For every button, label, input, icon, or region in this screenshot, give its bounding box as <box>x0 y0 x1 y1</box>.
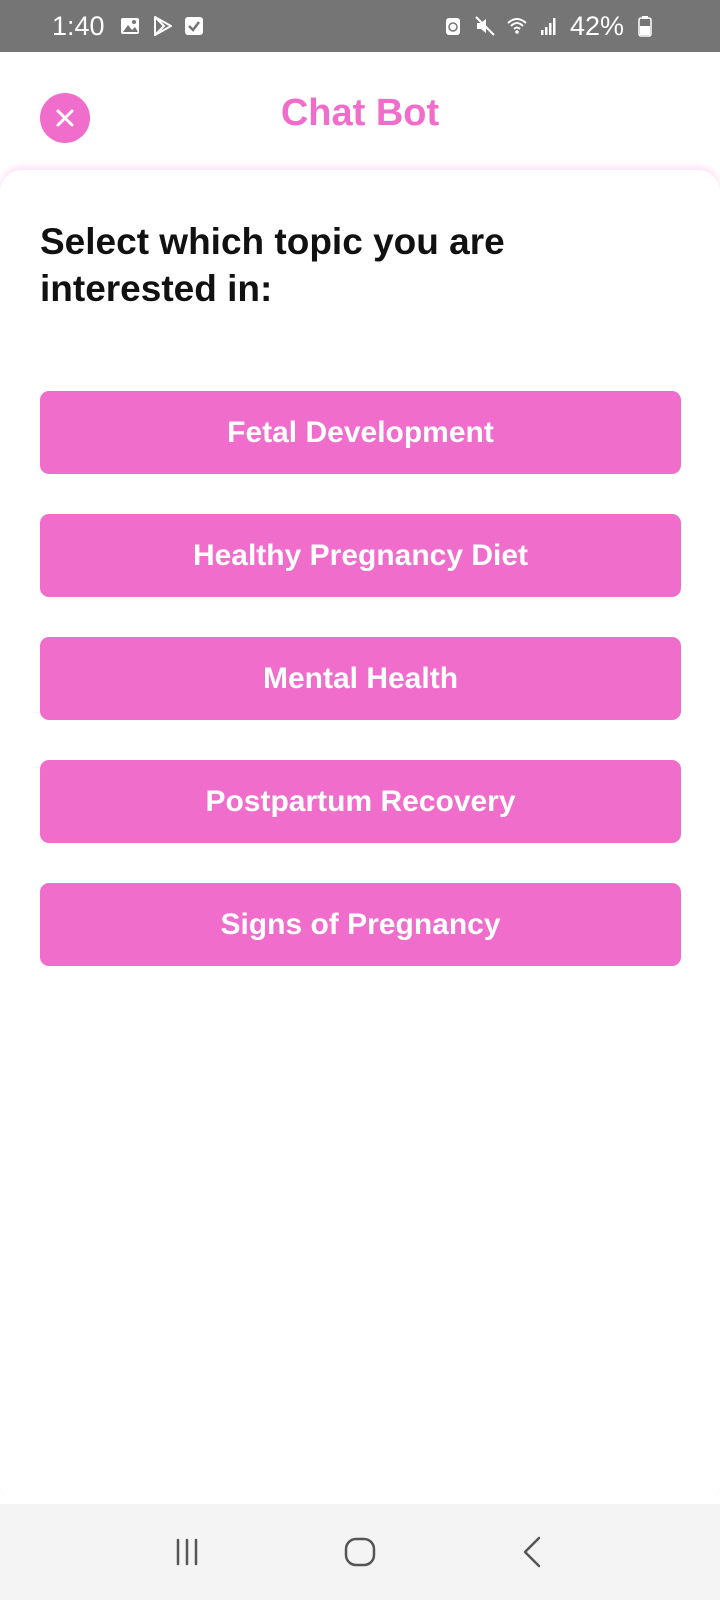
status-time: 1:40 <box>52 10 105 41</box>
topic-button-healthy-pregnancy-diet[interactable]: Healthy Pregnancy Diet <box>40 514 681 597</box>
battery-icon <box>634 15 656 37</box>
topic-button-postpartum-recovery[interactable]: Postpartum Recovery <box>40 760 681 843</box>
topic-prompt: Select which topic you are interested in… <box>40 221 505 309</box>
mute-icon <box>474 15 496 37</box>
content-card: Select which topic you are interested in… <box>0 170 720 1504</box>
home-button[interactable] <box>330 1522 390 1582</box>
checkbox-icon <box>183 15 205 37</box>
recent-apps-button[interactable] <box>157 1522 217 1582</box>
page-title: Chat Bot <box>280 92 440 134</box>
topic-button-fetal-development[interactable]: Fetal Development <box>40 391 681 474</box>
header: Chat Bot <box>0 52 720 170</box>
signal-icon <box>538 15 560 37</box>
topic-list: Fetal Development Healthy Pregnancy Diet… <box>40 391 681 1006</box>
play-store-icon <box>151 15 173 37</box>
back-icon <box>524 1536 541 1568</box>
back-button[interactable] <box>503 1522 563 1582</box>
battery-percentage: 42% <box>569 10 624 41</box>
home-icon <box>344 1537 376 1567</box>
status-bar: 1:40 42% <box>0 0 720 52</box>
wifi-icon <box>506 15 528 37</box>
status-right: 42% <box>442 11 656 42</box>
gallery-icon <box>119 15 141 37</box>
recycle-icon <box>442 15 464 37</box>
topic-button-signs-of-pregnancy[interactable]: Signs of Pregnancy <box>40 883 681 966</box>
status-left: 1:40 <box>52 11 205 42</box>
recent-apps-icon <box>176 1538 197 1566</box>
topic-button-mental-health[interactable]: Mental Health <box>40 637 681 720</box>
navigation-bar <box>0 1504 720 1600</box>
